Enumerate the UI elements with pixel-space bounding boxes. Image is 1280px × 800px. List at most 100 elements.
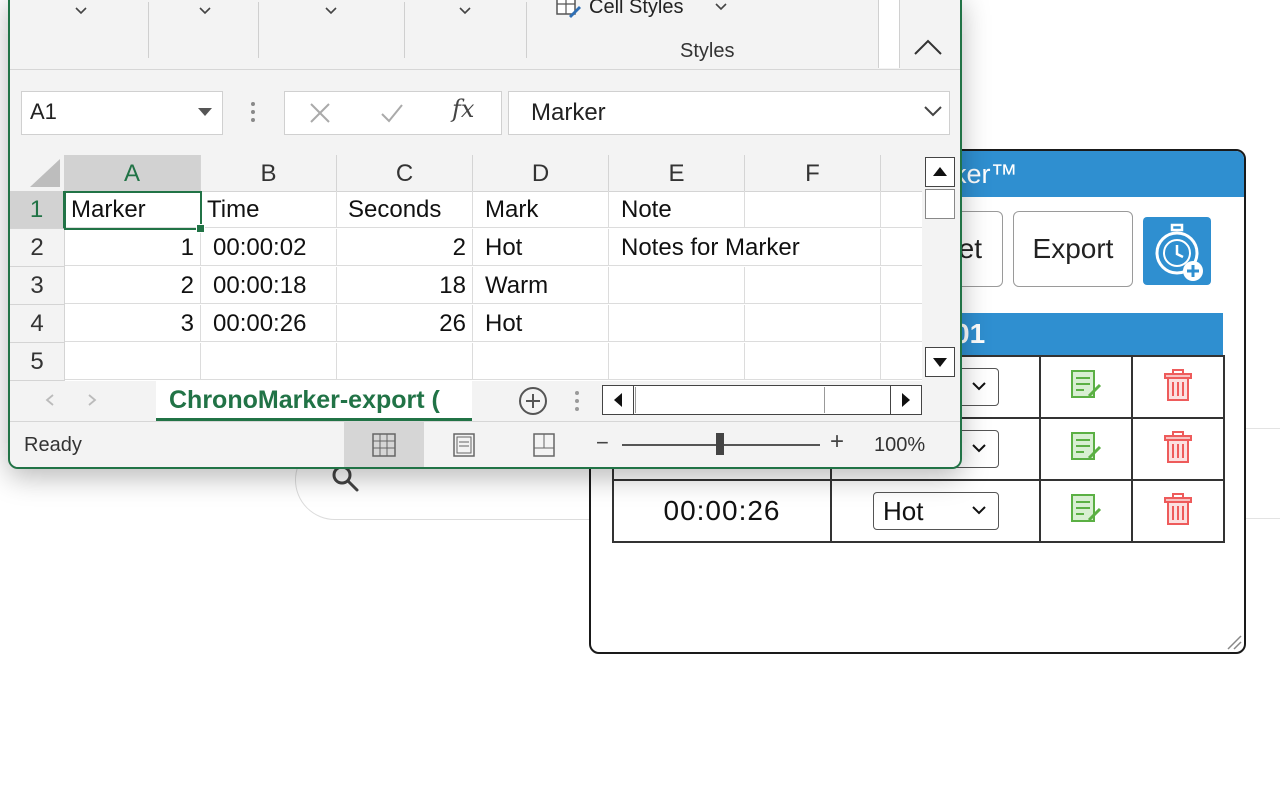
cell-e1[interactable]: Note [609, 191, 745, 228]
cell-d2[interactable]: Hot [473, 229, 609, 266]
cell-g3[interactable] [881, 267, 922, 304]
cancel-icon[interactable] [307, 100, 333, 126]
cell-c1[interactable]: Seconds [337, 191, 473, 228]
cell-d3[interactable]: Warm [473, 267, 609, 304]
chevron-down-icon[interactable] [458, 6, 472, 16]
column-header-c[interactable]: C [337, 155, 473, 192]
cell-d1[interactable]: Mark [473, 191, 609, 228]
cell-f3[interactable] [745, 267, 881, 304]
cell-g1[interactable] [881, 191, 922, 228]
select-all-corner[interactable] [10, 155, 65, 192]
row-header-5[interactable]: 5 [10, 343, 65, 381]
scroll-left-button[interactable] [603, 386, 634, 414]
cell-c5[interactable] [337, 343, 473, 380]
name-box[interactable]: A1 [21, 91, 223, 135]
cell-b1[interactable]: Time [201, 191, 337, 228]
cell-a5[interactable] [65, 343, 201, 380]
row-header-4[interactable]: 4 [10, 305, 65, 343]
scroll-up-button[interactable] [925, 157, 955, 187]
edit-note-icon[interactable] [1069, 430, 1103, 464]
column-header-g[interactable] [881, 155, 922, 192]
mark-select[interactable]: Hot [873, 492, 999, 530]
styles-group-label: Styles [680, 40, 735, 62]
vertical-scroll-thumb[interactable] [925, 189, 955, 219]
cell-f4[interactable] [745, 305, 881, 342]
formula-input[interactable]: Marker [508, 91, 950, 135]
cell-f1[interactable] [745, 191, 881, 228]
zoom-level[interactable]: 100% [874, 434, 925, 457]
cell-e5[interactable] [609, 343, 745, 380]
cell-b4[interactable]: 00:00:26 [201, 305, 337, 342]
page-break-icon [533, 433, 555, 457]
zoom-in-button[interactable]: + [830, 428, 844, 456]
cell-e3[interactable] [609, 267, 745, 304]
column-header-a[interactable]: A [64, 155, 201, 193]
zoom-slider-thumb[interactable] [716, 433, 724, 455]
resize-grip-icon[interactable] [1226, 634, 1242, 650]
add-sheet-icon[interactable] [518, 386, 548, 416]
cell-g2[interactable] [881, 229, 922, 266]
cell-d5[interactable] [473, 343, 609, 380]
formula-buttons: fx [284, 91, 502, 135]
export-button[interactable]: Export [1013, 211, 1133, 287]
edit-cell [1039, 355, 1133, 419]
cell-a3[interactable]: 2 [65, 267, 201, 304]
drag-dots-icon[interactable] [250, 99, 256, 125]
row-header-3[interactable]: 3 [10, 267, 65, 305]
spreadsheet-grid[interactable]: A B C D E F 1 2 3 4 5 Marker Time Second… [10, 155, 922, 381]
next-sheet-icon[interactable] [86, 393, 98, 407]
cell-d4[interactable]: Hot [473, 305, 609, 342]
cell-c4[interactable]: 26 [337, 305, 473, 342]
cell-e4[interactable] [609, 305, 745, 342]
expand-formula-icon[interactable] [923, 104, 943, 118]
edit-note-icon[interactable] [1069, 492, 1103, 526]
status-text: Ready [24, 434, 82, 456]
insert-function-icon[interactable]: fx [452, 95, 474, 123]
add-timer-button[interactable] [1143, 217, 1211, 285]
column-header-b[interactable]: B [201, 155, 337, 192]
chevron-down-icon[interactable] [324, 6, 338, 16]
sheet-tab[interactable]: ChronoMarker-export ( [156, 381, 472, 421]
page-layout-view-button[interactable] [424, 422, 504, 467]
cell-c3[interactable]: 18 [337, 267, 473, 304]
cell-f5[interactable] [745, 343, 881, 380]
edit-note-icon[interactable] [1069, 368, 1103, 402]
cell-e2[interactable]: Notes for Marker [609, 229, 800, 266]
cell-b3[interactable]: 00:00:18 [201, 267, 337, 304]
cell-f2[interactable] [745, 229, 881, 266]
cell-a2[interactable]: 1 [65, 229, 201, 266]
chevron-down-icon[interactable] [74, 6, 88, 16]
active-cell-outline [64, 191, 205, 233]
cell-g5[interactable] [881, 343, 922, 380]
horizontal-scrollbar[interactable] [602, 385, 922, 415]
caret-down-icon [198, 108, 212, 116]
reset-button-label: et [958, 233, 982, 264]
vertical-scrollbar[interactable] [922, 155, 960, 381]
page-break-view-button[interactable] [504, 422, 584, 467]
trash-icon[interactable] [1161, 368, 1195, 402]
cell-b5[interactable] [201, 343, 337, 380]
trash-icon[interactable] [1161, 492, 1195, 526]
formula-value: Marker [531, 99, 606, 126]
previous-sheet-icon[interactable] [44, 393, 56, 407]
column-header-f[interactable]: F [745, 155, 881, 192]
row-header-1[interactable]: 1 [10, 191, 65, 229]
cell-b2[interactable]: 00:00:02 [201, 229, 337, 266]
drag-dots-icon[interactable] [574, 389, 580, 413]
fill-handle[interactable] [196, 224, 205, 233]
column-header-d[interactable]: D [473, 155, 609, 192]
chevron-up-icon[interactable] [912, 36, 944, 58]
chevron-down-icon[interactable] [198, 6, 212, 16]
scroll-down-button[interactable] [925, 347, 955, 377]
cell-c2[interactable]: 2 [337, 229, 473, 266]
cell-a4[interactable]: 3 [65, 305, 201, 342]
zoom-out-button[interactable]: − [596, 430, 609, 456]
normal-view-button[interactable] [344, 422, 424, 467]
column-header-e[interactable]: E [609, 155, 745, 192]
trash-icon[interactable] [1161, 430, 1195, 464]
row-header-2[interactable]: 2 [10, 229, 65, 267]
check-icon[interactable] [379, 100, 405, 126]
horizontal-scroll-thumb[interactable] [635, 387, 825, 413]
scroll-right-button[interactable] [890, 386, 921, 414]
cell-g4[interactable] [881, 305, 922, 342]
